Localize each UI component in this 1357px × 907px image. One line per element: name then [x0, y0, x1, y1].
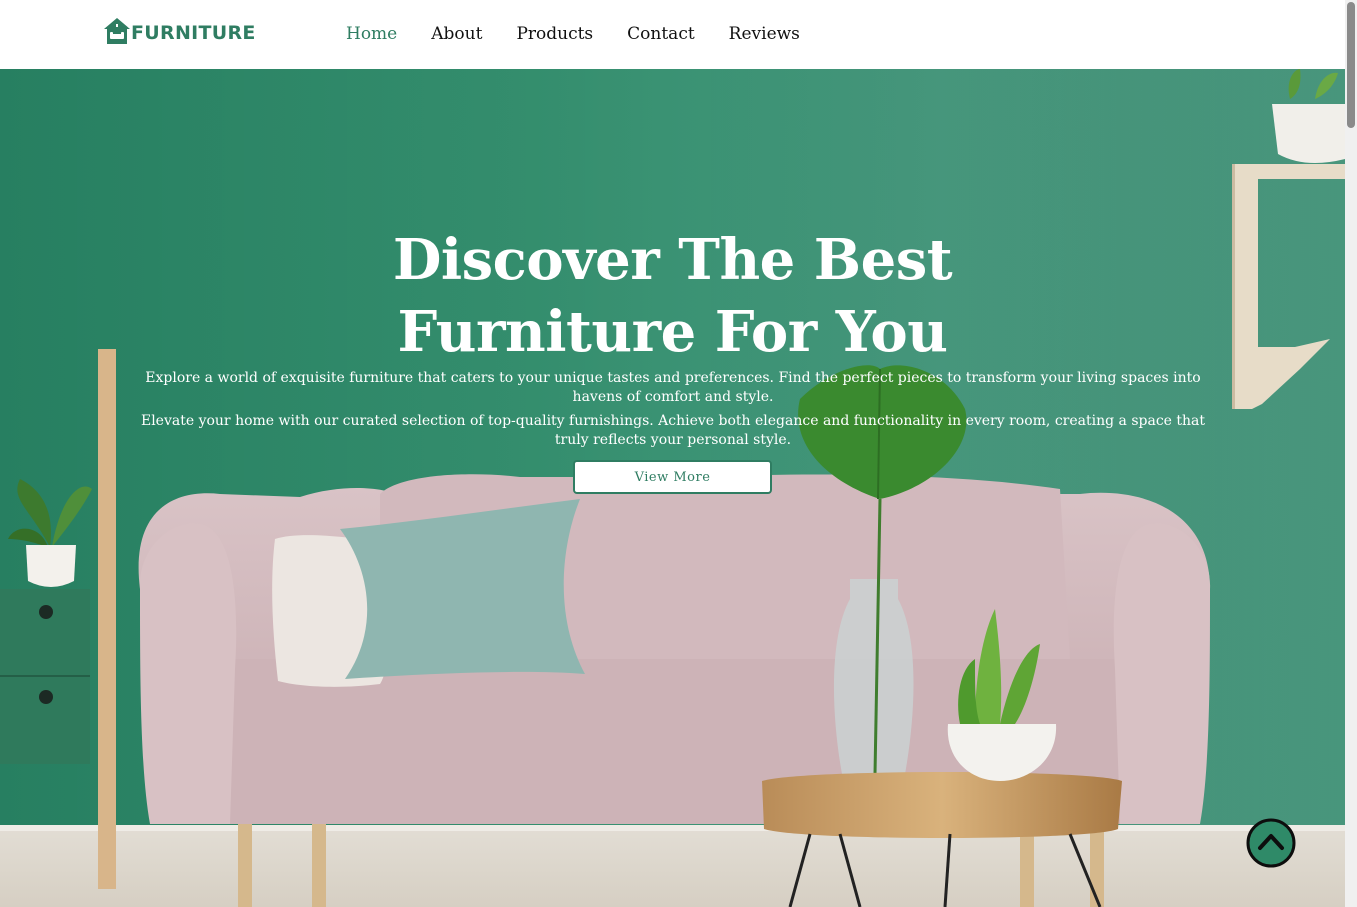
hero-title-line-2: Furniture For You: [397, 299, 948, 365]
hero-title-line-1: Discover The Best: [392, 227, 953, 293]
nav-link-home[interactable]: Home: [346, 22, 397, 46]
hero-description-1: Explore a world of exquisite furniture t…: [145, 370, 1201, 405]
view-more-button[interactable]: View More: [573, 460, 772, 494]
house-sofa-icon: [104, 18, 130, 44]
nav-menu: Home About Products Contact Reviews: [346, 22, 834, 46]
nav-link-about[interactable]: About: [431, 22, 482, 46]
hero-description-2: Elevate your home with our curated selec…: [140, 413, 1206, 448]
chevron-up-circle-icon: [1246, 818, 1296, 868]
brand-logo[interactable]: FURNITURE: [103, 15, 256, 45]
brand-name: FURNITURE: [131, 22, 256, 44]
hero-section: Discover The Best Furniture For You Expl…: [0, 69, 1345, 907]
navbar: FURNITURE Home About Products Contact Re…: [0, 0, 1345, 69]
back-to-top-button[interactable]: [1246, 818, 1296, 868]
page-scrollbar[interactable]: [1345, 0, 1357, 907]
nav-link-reviews[interactable]: Reviews: [729, 22, 800, 46]
nav-link-contact[interactable]: Contact: [627, 22, 695, 46]
scrollbar-thumb[interactable]: [1347, 2, 1355, 128]
hero-title: Discover The Best Furniture For You: [0, 224, 1345, 368]
nav-link-products[interactable]: Products: [516, 22, 593, 46]
